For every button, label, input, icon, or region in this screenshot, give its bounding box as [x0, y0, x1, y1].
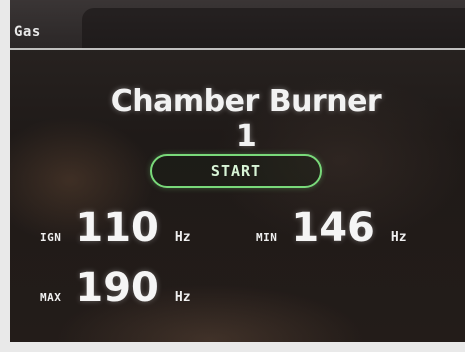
burner-title: Chamber Burner 1: [110, 84, 382, 154]
ign-value: 110: [75, 205, 159, 251]
ign-readout: IGN 110 Hz: [40, 208, 191, 248]
max-readout: MAX 190 Hz: [40, 268, 191, 308]
min-readout: MIN 146 Hz: [256, 208, 407, 248]
min-value: 146: [291, 205, 375, 251]
top-bar-divider: [10, 48, 465, 50]
device-screen: Gas Chamber Burner 1 START IGN 110 Hz MI…: [10, 0, 465, 342]
max-label: MAX: [40, 291, 62, 304]
ign-label: IGN: [40, 231, 62, 244]
ign-unit: Hz: [174, 230, 191, 245]
start-button-label: START: [210, 162, 262, 180]
max-value: 190: [75, 265, 159, 311]
screen-title: Gas: [14, 24, 41, 40]
max-unit: Hz: [174, 290, 191, 305]
bezel-bottom: [0, 342, 465, 352]
top-bar-notch: [82, 8, 465, 48]
photo-frame: Gas Chamber Burner 1 START IGN 110 Hz MI…: [0, 0, 465, 352]
start-button[interactable]: START: [150, 154, 322, 188]
top-bar: Gas: [10, 0, 465, 48]
min-label: MIN: [256, 231, 278, 244]
min-unit: Hz: [390, 230, 407, 245]
bezel-left: [0, 0, 10, 352]
